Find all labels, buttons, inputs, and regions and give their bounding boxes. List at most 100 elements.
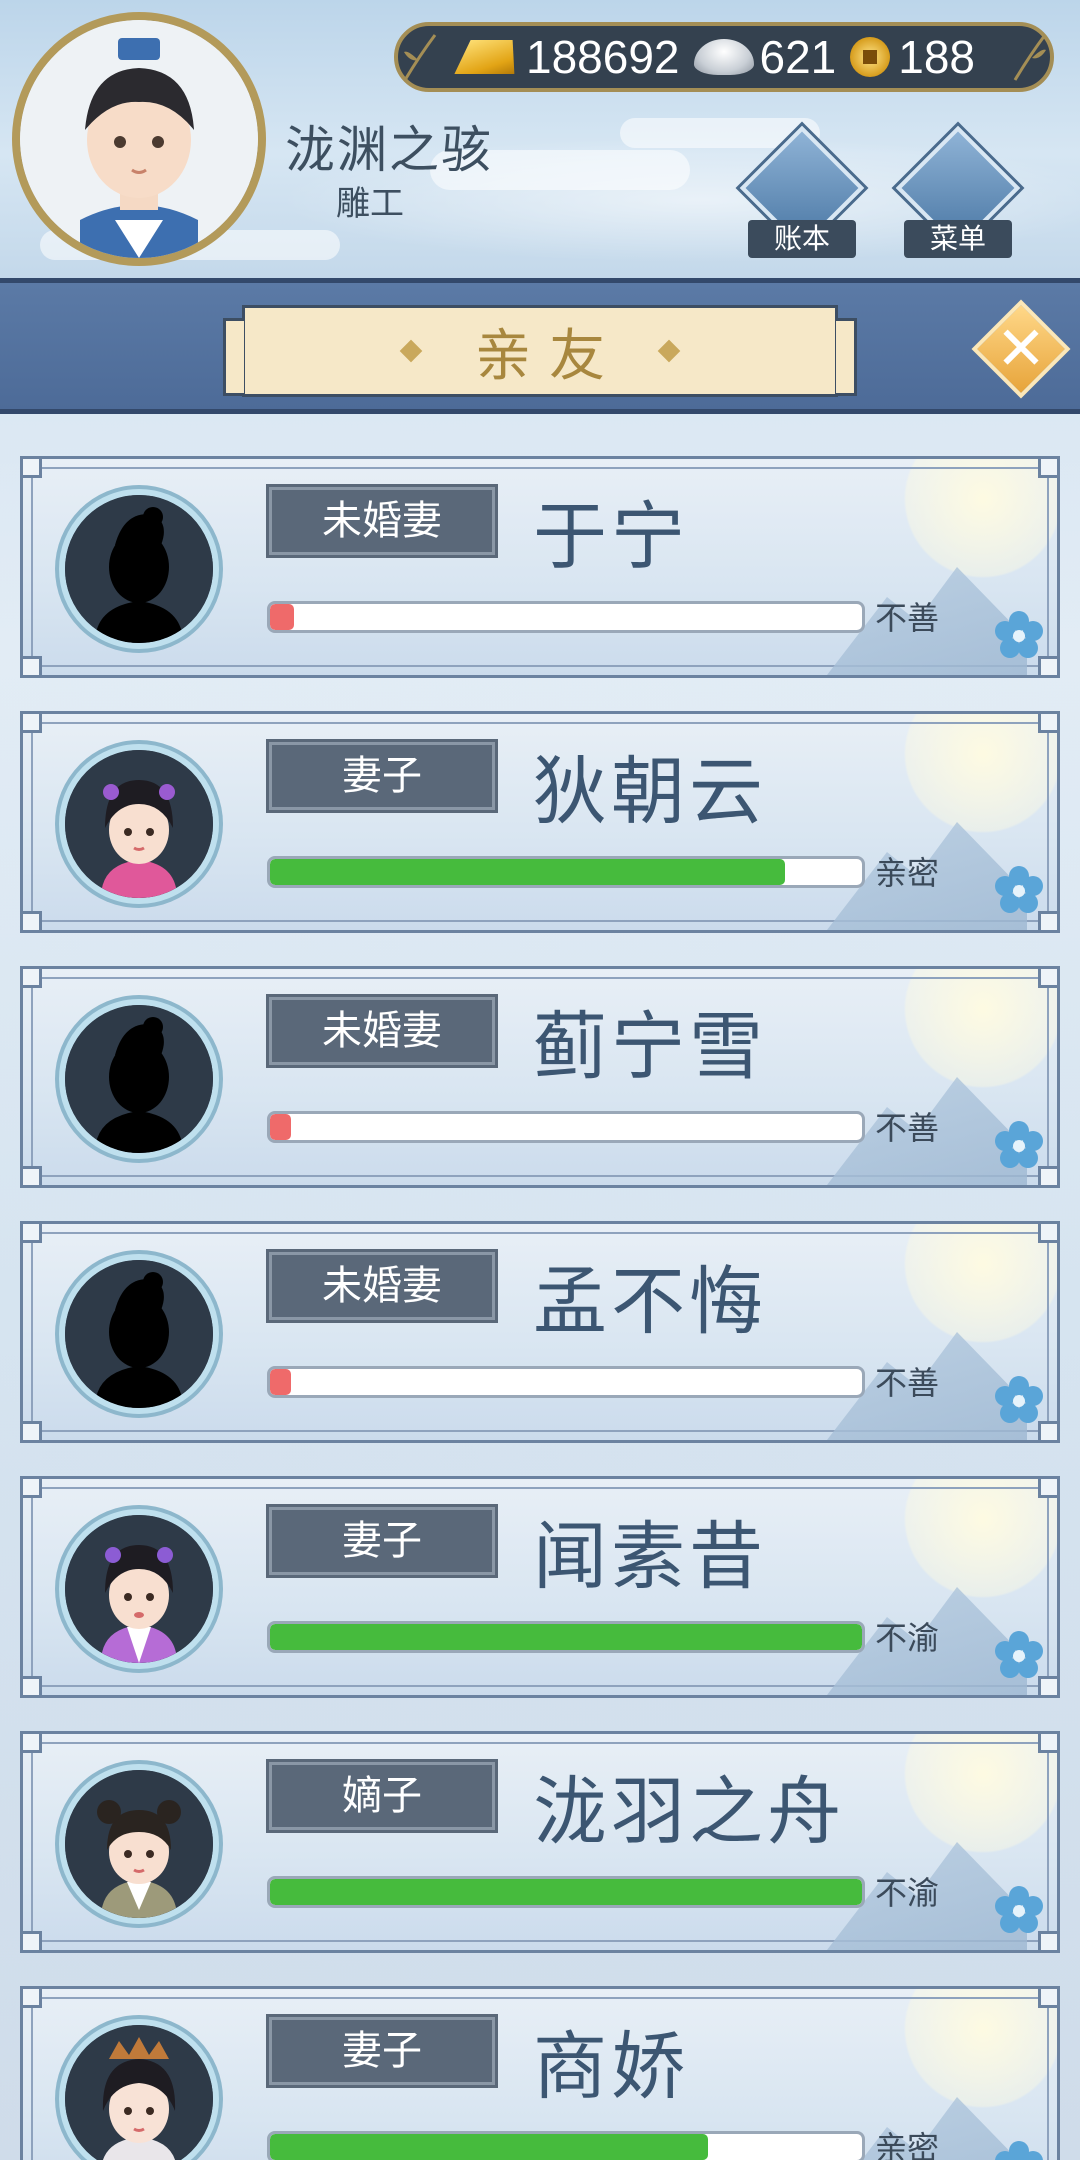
plum-flower-icon [993,1629,1045,1681]
affinity-status: 亲密 [875,2129,940,2160]
plum-flower-icon [993,609,1045,661]
character-portrait-icon[interactable] [59,744,219,904]
bamboo-leaf-icon [403,34,437,81]
corner-ornament [23,1479,42,1498]
relative-card[interactable]: 嫡子 泷羽之舟 不渝 [20,1731,1060,1953]
corner-ornament [23,1224,42,1243]
character-portrait-icon[interactable] [59,1509,219,1669]
corner-ornament [23,911,42,930]
corner-ornament [1038,1479,1057,1498]
player-portrait-icon [20,20,258,258]
relative-card[interactable]: 未婚妻 孟不悔不善 [20,1221,1060,1443]
relative-name: 蓟宁雪 [533,1004,767,1090]
title-plate: 亲友 [223,305,857,397]
plum-flower-icon [993,1119,1045,1171]
corner-ornament [23,1931,42,1950]
affinity-bar-fill [270,859,786,885]
affinity-bar [267,856,865,888]
ledger-label: 账本 [748,220,856,258]
relative-name: 泷羽之舟 [533,1769,845,1855]
affinity-bar-fill [270,1879,862,1905]
affinity-bar-fill [270,1624,862,1650]
corner-ornament [23,1989,42,2008]
corner-ornament [1038,1224,1057,1243]
affinity-status: 不善 [875,1109,940,1147]
corner-ornament [1038,459,1057,478]
close-button[interactable]: ✕ [971,299,1071,399]
coin-counter[interactable]: 188 [850,30,975,84]
plum-flower-icon [993,1884,1045,1936]
diamond-ornament-icon [399,339,423,363]
player-name: 泷渊之骇 [285,121,493,179]
relation-tag: 嫡子 [266,1759,498,1833]
silhouette-portrait-icon[interactable] [59,489,219,649]
corner-ornament [23,1421,42,1440]
affinity-status: 亲密 [875,854,940,892]
silver-ingot-icon [693,39,754,75]
relative-card[interactable]: 未婚妻 蓟宁雪不善 [20,966,1060,1188]
relation-tag: 妻子 [266,739,498,813]
player-avatar[interactable] [12,12,266,266]
silhouette-portrait-icon[interactable] [59,999,219,1159]
character-portrait-icon[interactable] [59,2019,219,2160]
bamboo-leaf-icon [1013,34,1047,81]
corner-ornament [23,1734,42,1753]
relation-tag: 妻子 [266,1504,498,1578]
plum-flower-icon [993,864,1045,916]
corner-ornament [23,459,42,478]
relation-tag: 妻子 [266,2014,498,2088]
corner-ornament [1038,714,1057,733]
player-title: 雕工 [336,184,404,224]
relative-card[interactable]: 未婚妻 于宁不善 [20,456,1060,678]
title-banner: 亲友 [0,278,1080,414]
affinity-bar [267,1876,865,1908]
plum-flower-icon [993,2139,1045,2160]
corner-ornament [1038,1989,1057,2008]
diamond-ornament-icon [657,339,681,363]
relation-tag: 未婚妻 [266,994,498,1068]
menu-button[interactable]: 菜单 [895,125,1021,260]
relative-name: 于宁 [533,494,689,580]
corner-ornament [23,714,42,733]
corner-ornament [1038,969,1057,988]
ledger-button[interactable]: 账本 [739,125,865,260]
gold-value: 188692 [526,31,680,83]
affinity-bar [267,1366,865,1398]
silver-counter[interactable]: 621 [693,30,837,84]
corner-ornament [23,656,42,675]
affinity-status: 不善 [875,1364,940,1402]
close-icon: ✕ [995,314,1047,384]
relative-card[interactable]: 妻子 商娇 亲密 [20,1986,1060,2160]
affinity-bar-fill [270,1114,291,1140]
affinity-bar [267,1621,865,1653]
relative-card[interactable]: 妻子 狄朝云亲密 [20,711,1060,933]
corner-ornament [23,969,42,988]
silhouette-portrait-icon[interactable] [59,1254,219,1414]
gold-ingot-icon [454,40,521,74]
affinity-status: 不渝 [875,1619,940,1657]
corner-ornament [23,1166,42,1185]
affinity-bar [267,601,865,633]
plum-flower-icon [993,1374,1045,1426]
corner-ornament [1038,1734,1057,1753]
affinity-bar-fill [270,604,294,630]
relative-card[interactable]: 妻子 闻素昔 不渝 [20,1476,1060,1698]
menu-label: 菜单 [904,220,1012,258]
currency-bar: 188692 621 188 [394,22,1054,92]
affinity-bar [267,1111,865,1143]
affinity-bar-fill [270,2134,709,2160]
affinity-status: 不善 [875,599,940,637]
silver-value: 621 [759,31,837,83]
gold-counter[interactable]: 188692 [458,30,680,84]
coin-value: 188 [898,31,975,83]
affinity-bar-fill [270,1369,291,1395]
relative-name: 狄朝云 [533,749,767,835]
relative-name: 孟不悔 [533,1259,767,1345]
relation-tag: 未婚妻 [266,484,498,558]
corner-ornament [23,1676,42,1695]
page-title: 亲友 [475,323,623,389]
copper-coin-icon [850,37,891,77]
relation-tag: 未婚妻 [266,1249,498,1323]
character-portrait-icon[interactable] [59,1764,219,1924]
affinity-bar [267,2131,865,2160]
